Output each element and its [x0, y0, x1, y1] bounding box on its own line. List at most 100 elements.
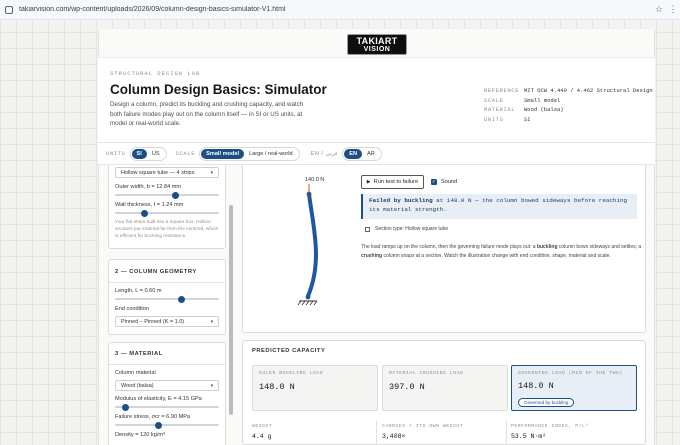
intro-text: Design a column, predict its buckling an…: [110, 101, 304, 127]
meta-key: SCALE: [484, 96, 504, 104]
euler-buckling-card: EULER BUCKLING LOAD 148.0 N: [252, 365, 378, 411]
meta-row: SCALE Small model: [484, 96, 653, 106]
slider-thumb[interactable]: [121, 403, 129, 411]
weight-label: WEIGHT: [252, 424, 273, 429]
performance-index-label: PERFORMANCE INDEX, P/L²: [511, 424, 589, 429]
card-label: EULER BUCKLING LOAD: [259, 371, 324, 376]
modulus-label: Modulus of elasticity, E = 4.15 GPa: [115, 396, 202, 402]
failure-stress-label: Failure stress, σcr = 6.90 MPa: [115, 414, 191, 420]
lang-ar-button[interactable]: AR: [362, 149, 380, 159]
checkbox-checked-icon[interactable]: ✓: [431, 179, 437, 185]
menu-icon[interactable]: ⋮: [666, 4, 680, 15]
slider-thumb[interactable]: [178, 295, 186, 303]
units-label: UNITS: [106, 150, 126, 157]
page-title: Column Design Basics: Simulator: [110, 82, 327, 97]
logo: TAKIART VISION: [347, 34, 407, 55]
design-sidebar: Hollow square tube — 4 strips ▾ Outer wi…: [108, 165, 234, 445]
site-info-icon[interactable]: [5, 5, 13, 14]
failure-mode: Failed by buckling: [369, 197, 433, 204]
section-type-legend: Section type: Hollow square tube: [365, 226, 448, 232]
wall-thickness-slider[interactable]: [115, 209, 219, 217]
language-toggle: EN AR: [342, 146, 382, 161]
length-slider[interactable]: [115, 295, 219, 303]
geometry-panel: 2 — COLUMN GEOMETRY Length, L = 0.60 m E…: [108, 259, 226, 335]
end-condition-label: End condition: [115, 306, 149, 312]
chevron-down-icon: ▾: [210, 318, 213, 325]
failure-message: Failed by buckling at 148.0 N — the colu…: [361, 194, 637, 219]
ground-hatch: [297, 300, 318, 306]
column-illustration: 140.0 N: [297, 177, 324, 306]
scale-large-button[interactable]: Large / real-world: [244, 149, 298, 159]
meta-row: REFERENCE MIT OCW 4.440 / 4.462 Structura…: [484, 86, 653, 96]
performance-index-value: 53.5 N·m²: [511, 433, 547, 440]
material-panel: 3 — MATERIAL Column material Wood (balsa…: [108, 342, 226, 445]
chevron-down-icon: ▾: [210, 169, 213, 176]
logo-line-2: VISION: [363, 46, 391, 53]
url-text[interactable]: takiarvision.com/wp-content/uploads/2026…: [19, 6, 652, 13]
sound-toggle[interactable]: ✓ Sound: [431, 179, 457, 185]
meta-value: MIT OCW 4.440 / 4.462 Structural Design: [524, 87, 653, 94]
column-material-select[interactable]: Wood (balsa) ▾: [115, 380, 219, 391]
scale-small-model-button[interactable]: Small model: [201, 148, 245, 159]
section-select[interactable]: Hollow square tube — 4 strips ▾: [115, 167, 219, 178]
meta-table: REFERENCE MIT OCW 4.440 / 4.462 Structura…: [484, 86, 653, 124]
explain-buckling: buckling: [536, 244, 558, 250]
carries-value: 3,408×: [382, 433, 406, 440]
eyebrow: STRUCTURAL DESIGN LAB: [110, 70, 201, 77]
section-type-label: Section type: Hollow square tube: [375, 226, 449, 232]
star-icon[interactable]: ☆: [652, 4, 666, 15]
browser-address-bar: takiarvision.com/wp-content/uploads/2026…: [0, 0, 680, 20]
carries-label: CARRIES × ITS OWN WEIGHT: [382, 424, 464, 429]
units-us-button[interactable]: US: [147, 149, 165, 159]
card-label: MATERIAL CRUSHING LOAD: [389, 371, 464, 376]
end-condition-select[interactable]: Pinned – Pinned (K = 1.0) ▾: [115, 316, 219, 327]
section-panel: Hollow square tube — 4 strips ▾ Outer wi…: [108, 165, 226, 249]
simulation-panel: 140.0 N ▶ Run test to failure ✓ Sound Fa…: [242, 165, 646, 333]
meta-key: REFERENCE: [484, 87, 520, 94]
density-label: Density = 120 kg/m³: [115, 432, 165, 438]
sidebar-scrollbar[interactable]: [229, 205, 233, 415]
column-material-label: Column material: [115, 370, 156, 376]
outer-width-label: Outer width, b = 12.84 mm: [115, 184, 182, 190]
units-toggle: SI US: [129, 146, 167, 161]
material-heading: 3 — MATERIAL: [115, 351, 163, 357]
wall-thickness-label: Wall thickness, t = 1.24 mm: [115, 202, 184, 208]
card-value: 148.0 N: [259, 382, 295, 392]
meta-key: MATERIAL: [484, 106, 516, 114]
explain-text: column snaps at a section. Watch the ill…: [382, 252, 611, 259]
play-icon: ▶: [366, 179, 371, 185]
crushing-load-card: MATERIAL CRUSHING LOAD 397.0 N: [382, 365, 508, 411]
lang-en-button[interactable]: EN: [344, 148, 363, 159]
buckled-column: [306, 192, 318, 298]
divider: [506, 421, 507, 445]
divider: [109, 364, 225, 365]
end-condition-value: Pinned – Pinned (K = 1.0): [121, 318, 185, 325]
meta-value: Small model: [524, 96, 561, 104]
page-header: STRUCTURAL DESIGN LAB Column Design Basi…: [98, 57, 655, 142]
scale-toggle: Small model Large / real-world: [199, 146, 300, 161]
meta-key: UNITS: [484, 115, 504, 123]
slider-thumb[interactable]: [155, 421, 163, 429]
length-label: Length, L = 0.60 m: [115, 288, 162, 294]
governing-load-card: GOVERNING LOAD (MIN OF THE TWO) 148.0 N …: [511, 365, 637, 411]
language-label: EN / عربي: [310, 150, 339, 157]
outer-width-slider[interactable]: [115, 191, 219, 199]
sound-label: Sound: [441, 179, 458, 185]
governed-badge: Governed by buckling: [518, 398, 575, 407]
failure-stress-slider[interactable]: [115, 421, 219, 429]
square-section-icon: [365, 226, 370, 232]
modulus-slider[interactable]: [115, 403, 219, 411]
slider-thumb[interactable]: [140, 209, 148, 217]
predicted-capacity-panel: PREDICTED CAPACITY EULER BUCKLING LOAD 1…: [242, 340, 646, 445]
bottom-pin: [305, 294, 311, 300]
weight-value: 4.4 g: [252, 433, 272, 440]
section-select-value: Hollow square tube — 4 strips: [121, 169, 195, 176]
units-si-button[interactable]: SI: [131, 148, 147, 159]
explain-text: The load ramps up on the column, then th…: [361, 244, 537, 250]
run-test-label: Run test to failure: [373, 179, 419, 185]
column-material-value: Wood (balsa): [121, 382, 154, 389]
meta-value: Wood (balsa): [524, 106, 564, 114]
controls-bar: UNITS SI US SCALE Small model Large / re…: [98, 142, 655, 165]
run-test-button[interactable]: ▶ Run test to failure: [361, 175, 424, 189]
slider-thumb[interactable]: [171, 191, 179, 199]
